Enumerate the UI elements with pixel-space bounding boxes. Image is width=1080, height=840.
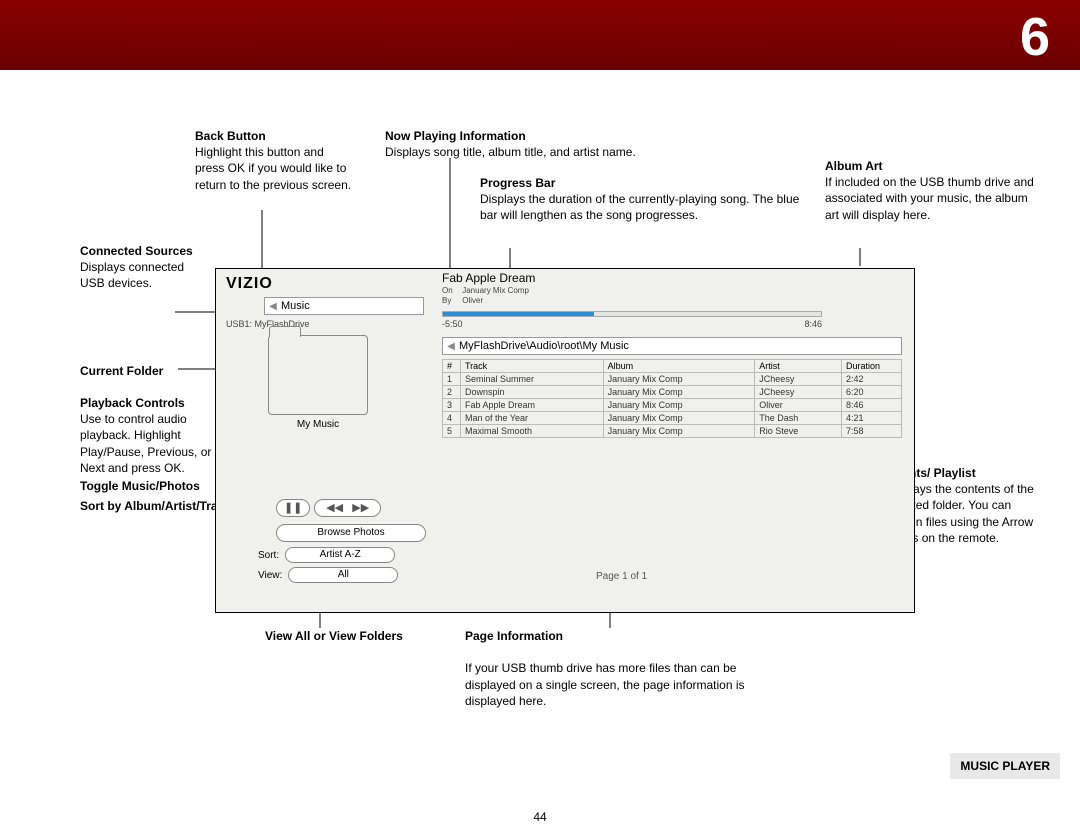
total-time: 8:46 [804,319,822,329]
table-cell: 2 [443,386,461,399]
table-cell: Man of the Year [461,412,604,425]
table-row[interactable]: 2DownspinJanuary Mix CompJCheesy6:20 [443,386,902,399]
table-cell: JCheesy [755,386,842,399]
current-folder-label: My Music [268,419,368,430]
elapsed-time: -5:50 [442,319,463,329]
ann-connected-sources: Connected Sources Displays connected USB… [80,243,210,292]
table-cell: 5 [443,425,461,438]
table-cell: 6:20 [842,386,902,399]
table-cell: Seminal Summer [461,373,604,386]
table-cell: January Mix Comp [603,412,755,425]
table-cell: Rio Steve [755,425,842,438]
ann-album-art: Album Art If included on the USB thumb d… [825,158,1035,223]
table-cell: 1 [443,373,461,386]
view-label: View: [258,570,282,581]
sort-row: Sort: Artist A-Z [258,547,395,563]
sort-label: Sort: [258,550,279,561]
playback-controls: ❚❚ ◀◀ ▶▶ [276,499,381,517]
table-header: Track [461,360,604,373]
current-folder-icon[interactable] [268,335,368,415]
page-number: 44 [0,810,1080,824]
view-row: View: All [258,567,398,583]
breadcrumb[interactable]: ◀ MyFlashDrive\Audio\root\My Music [442,337,902,355]
table-cell: 4:21 [842,412,902,425]
ann-back-button: Back Button Highlight this button and pr… [195,128,355,193]
table-cell: JCheesy [755,373,842,386]
chapter-number: 6 [1020,6,1050,68]
table-cell: The Dash [755,412,842,425]
now-playing-meta: On January Mix Comp By Oliver [442,286,529,305]
table-cell: Maximal Smooth [461,425,604,438]
crumb-back-icon: ◀ [443,341,459,352]
table-cell: Downspin [461,386,604,399]
ann-current-folder: Current Folder [80,363,210,379]
vizio-logo: VIZIO [226,275,273,293]
table-row[interactable]: 5Maximal SmoothJanuary Mix CompRio Steve… [443,425,902,438]
table-cell: 4 [443,412,461,425]
table-cell: 3 [443,399,461,412]
table-cell: 7:58 [842,425,902,438]
table-cell: Fab Apple Dream [461,399,604,412]
browse-photos-button[interactable]: Browse Photos [276,524,426,542]
view-selector[interactable]: All [288,567,398,583]
table-row[interactable]: 1Seminal SummerJanuary Mix CompJCheesy2:… [443,373,902,386]
page-info-label: Page 1 of 1 [596,571,647,582]
table-cell: January Mix Comp [603,373,755,386]
now-playing-title: Fab Apple Dream [442,271,535,285]
chapter-band [0,0,1080,70]
pause-button[interactable]: ❚❚ [276,499,310,517]
ann-now-playing: Now Playing Information Displays song ti… [385,128,765,160]
table-row[interactable]: 3Fab Apple DreamJanuary Mix CompOliver8:… [443,399,902,412]
progress-bar[interactable]: -5:50 8:46 [442,311,822,329]
table-header: # [443,360,461,373]
back-button[interactable]: ◀ Music [264,297,424,315]
table-cell: 8:46 [842,399,902,412]
table-header: Artist [755,360,842,373]
ann-progress-bar: Progress Bar Displays the duration of th… [480,175,800,224]
table-cell: Oliver [755,399,842,412]
back-button-label: Music [281,300,310,312]
table-header: Album [603,360,755,373]
table-cell: January Mix Comp [603,425,755,438]
ann-playback-controls: Playback Controls Use to control audio p… [80,395,235,476]
ann-view-all: View All or View Folders [265,628,415,644]
prev-next-buttons[interactable]: ◀◀ ▶▶ [314,499,381,517]
table-row[interactable]: 4Man of the YearJanuary Mix CompThe Dash… [443,412,902,425]
playlist-table: #TrackAlbumArtistDuration 1Seminal Summe… [442,359,902,438]
music-player-window: VIZIO ◀ Music USB1: MyFlashDrive My Musi… [215,268,915,613]
section-tag: MUSIC PLAYER [950,753,1060,779]
sort-selector[interactable]: Artist A-Z [285,547,395,563]
ann-page-information: Page Information If your USB thumb drive… [465,628,765,709]
back-arrow-icon: ◀ [265,301,281,312]
breadcrumb-path: MyFlashDrive\Audio\root\My Music [459,340,629,352]
table-header: Duration [842,360,902,373]
page-area: Back Button Highlight this button and pr… [50,80,1050,834]
table-cell: January Mix Comp [603,386,755,399]
table-cell: January Mix Comp [603,399,755,412]
table-cell: 2:42 [842,373,902,386]
